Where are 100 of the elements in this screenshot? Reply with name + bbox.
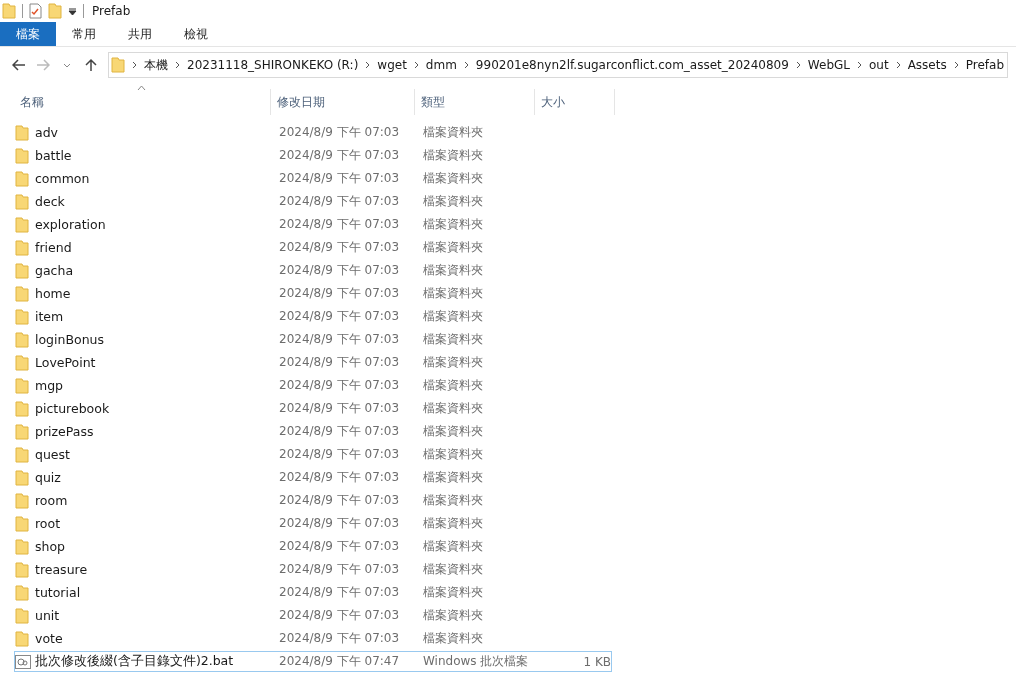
chevron-right-icon xyxy=(795,61,801,69)
folder-icon xyxy=(15,354,29,371)
folder-icon xyxy=(15,124,29,141)
breadcrumb-item[interactable]: wget xyxy=(377,58,407,72)
file-row[interactable]: battle 2024/8/9 下午 07:03 檔案資料夾 xyxy=(14,145,612,166)
file-row[interactable]: tutorial 2024/8/9 下午 07:03 檔案資料夾 xyxy=(14,582,612,603)
file-name: mgp xyxy=(35,378,65,393)
file-name: friend xyxy=(35,240,73,255)
file-name: tutorial xyxy=(35,585,82,600)
modified-date: 2024/8/9 下午 07:03 xyxy=(279,423,401,440)
modified-date: 2024/8/9 下午 07:47 xyxy=(279,653,401,670)
file-row[interactable]: item 2024/8/9 下午 07:03 檔案資料夾 xyxy=(14,306,612,327)
file-name: quest xyxy=(35,447,71,462)
ribbon-tab[interactable]: 共用 xyxy=(112,22,168,46)
file-type: 檔案資料夾 xyxy=(423,492,484,509)
file-type: 檔案資料夾 xyxy=(423,216,484,233)
folder-icon xyxy=(15,492,29,509)
file-type: 檔案資料夾 xyxy=(423,147,484,164)
column-header[interactable]: 大小 xyxy=(535,89,615,115)
file-row[interactable]: deck 2024/8/9 下午 07:03 檔案資料夾 xyxy=(14,191,612,212)
modified-date: 2024/8/9 下午 07:03 xyxy=(279,584,401,601)
chevron-right-icon xyxy=(953,61,959,69)
file-row[interactable]: mgp 2024/8/9 下午 07:03 檔案資料夾 xyxy=(14,375,612,396)
file-name: gacha xyxy=(35,263,75,278)
folder-icon xyxy=(15,193,29,210)
folder-icon xyxy=(15,216,29,233)
modified-date: 2024/8/9 下午 07:03 xyxy=(279,124,401,141)
breadcrumb-item[interactable]: dmm xyxy=(425,58,457,72)
file-row[interactable]: adv 2024/8/9 下午 07:03 檔案資料夾 xyxy=(14,122,612,143)
file-row[interactable]: shop 2024/8/9 下午 07:03 檔案資料夾 xyxy=(14,536,612,557)
file-row[interactable]: gacha 2024/8/9 下午 07:03 檔案資料夾 xyxy=(14,260,612,281)
modified-date: 2024/8/9 下午 07:03 xyxy=(279,285,401,302)
breadcrumb-item[interactable]: Prefab xyxy=(965,58,1004,72)
breadcrumb-item[interactable]: out xyxy=(869,58,889,72)
file-row[interactable]: root 2024/8/9 下午 07:03 檔案資料夾 xyxy=(14,513,612,534)
file-row[interactable]: home 2024/8/9 下午 07:03 檔案資料夾 xyxy=(14,283,612,304)
file-type: 檔案資料夾 xyxy=(423,262,484,279)
file-row[interactable]: quest 2024/8/9 下午 07:03 檔案資料夾 xyxy=(14,444,612,465)
file-name: treasure xyxy=(35,562,89,577)
file-type: 檔案資料夾 xyxy=(423,193,484,210)
file-row[interactable]: common 2024/8/9 下午 07:03 檔案資料夾 xyxy=(14,168,612,189)
chevron-right-icon xyxy=(895,61,901,69)
folder-icon xyxy=(15,538,29,555)
folder-icon xyxy=(15,239,29,256)
folder-icon xyxy=(2,3,16,19)
column-header[interactable]: 名稱 xyxy=(14,89,271,115)
file-row[interactable]: loginBonus 2024/8/9 下午 07:03 檔案資料夾 xyxy=(14,329,612,350)
ribbon-tab[interactable]: 檢視 xyxy=(168,22,224,46)
folder-icon xyxy=(15,400,29,417)
chevron-right-icon xyxy=(175,61,180,69)
file-name: room xyxy=(35,493,69,508)
folder-icon xyxy=(15,561,29,578)
file-row[interactable]: picturebook 2024/8/9 下午 07:03 檔案資料夾 xyxy=(14,398,612,419)
file-row[interactable]: LovePoint 2024/8/9 下午 07:03 檔案資料夾 xyxy=(14,352,612,373)
file-name: quiz xyxy=(35,470,62,485)
file-name: prizePass xyxy=(35,424,95,439)
dropdown-icon[interactable] xyxy=(68,6,77,16)
file-row[interactable]: unit 2024/8/9 下午 07:03 檔案資料夾 xyxy=(14,605,612,626)
column-header[interactable]: 修改日期 xyxy=(271,89,415,115)
modified-date: 2024/8/9 下午 07:03 xyxy=(279,607,401,624)
ribbon-tab[interactable]: 檔案 xyxy=(0,22,56,46)
file-name: battle xyxy=(35,148,73,163)
sort-caret-icon xyxy=(137,85,146,91)
address-bar[interactable]: 本機 20231118_SHIRONKEKO (R:) wget dmm 990201e8nyn2lf.sugarconflict.com_asset_20240809 WebGL out Assets Prefab xyxy=(108,52,1008,78)
modified-date: 2024/8/9 下午 07:03 xyxy=(279,515,401,532)
file-name: loginBonus xyxy=(35,332,106,347)
folder-icon xyxy=(15,423,29,440)
file-row[interactable]: quiz 2024/8/9 下午 07:03 檔案資料夾 xyxy=(14,467,612,488)
folder-icon xyxy=(15,147,29,164)
file-name: unit xyxy=(35,608,61,623)
breadcrumb-item[interactable]: WebGL xyxy=(807,58,850,72)
modified-date: 2024/8/9 下午 07:03 xyxy=(279,262,401,279)
modified-date: 2024/8/9 下午 07:03 xyxy=(279,400,401,417)
modified-date: 2024/8/9 下午 07:03 xyxy=(279,446,401,463)
file-type: 檔案資料夾 xyxy=(423,400,484,417)
breadcrumb-item[interactable]: Assets xyxy=(907,58,947,72)
folder-icon xyxy=(15,515,29,532)
ribbon-tab[interactable]: 常用 xyxy=(56,22,112,46)
file-row[interactable]: prizePass 2024/8/9 下午 07:03 檔案資料夾 xyxy=(14,421,612,442)
file-name: LovePoint xyxy=(35,355,97,370)
folder-icon xyxy=(111,57,125,73)
folder-icon xyxy=(15,630,29,647)
breadcrumb-item[interactable]: 20231118_SHIRONKEKO (R:) xyxy=(187,58,359,72)
file-type: Windows 批次檔案 xyxy=(423,653,530,670)
breadcrumb-item[interactable]: 990201e8nyn2lf.sugarconflict.com_asset_20240809 xyxy=(475,58,789,72)
file-row[interactable]: room 2024/8/9 下午 07:03 檔案資料夾 xyxy=(14,490,612,511)
folder-icon xyxy=(15,446,29,463)
file-type: 檔案資料夾 xyxy=(423,239,484,256)
file-row[interactable]: treasure 2024/8/9 下午 07:03 檔案資料夾 xyxy=(14,559,612,580)
modified-date: 2024/8/9 下午 07:03 xyxy=(279,193,401,210)
file-row[interactable]: exploration 2024/8/9 下午 07:03 檔案資料夾 xyxy=(14,214,612,235)
file-row[interactable]: vote 2024/8/9 下午 07:03 檔案資料夾 xyxy=(14,628,612,649)
breadcrumb-item[interactable]: 本機 xyxy=(144,56,168,74)
chevron-right-icon xyxy=(857,61,862,69)
file-row[interactable]: friend 2024/8/9 下午 07:03 檔案資料夾 xyxy=(14,237,612,258)
checklist-icon xyxy=(29,3,42,19)
modified-date: 2024/8/9 下午 07:03 xyxy=(279,239,401,256)
file-row[interactable]: 批次修改後綴(含子目錄文件)2.bat 2024/8/9 下午 07:47 Windows 批次檔案 1 KB xyxy=(14,651,612,672)
column-header[interactable]: 類型 xyxy=(415,89,535,115)
modified-date: 2024/8/9 下午 07:03 xyxy=(279,331,401,348)
